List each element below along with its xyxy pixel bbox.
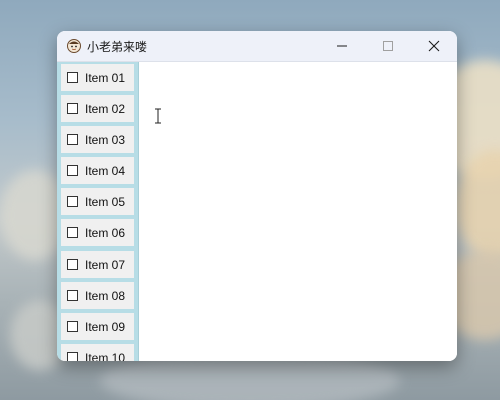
minimize-button[interactable]	[319, 31, 365, 61]
app-icon	[66, 38, 82, 54]
item-label: Item 01	[85, 71, 126, 85]
item-label: Item 05	[85, 195, 126, 209]
item-label: Item 07	[85, 258, 126, 272]
maximize-button[interactable]	[365, 31, 411, 61]
close-button[interactable]	[411, 31, 457, 61]
item-label: Item 10	[85, 351, 126, 361]
list-item[interactable]: Item 01	[61, 64, 134, 91]
app-window: 小老弟来喽 Item 01 Item 02 Item 03 Item 04 It…	[57, 31, 457, 361]
list-item[interactable]: Item 07	[61, 251, 134, 278]
title-bar[interactable]: 小老弟来喽	[57, 31, 457, 62]
item-label: Item 06	[85, 226, 126, 240]
list-item[interactable]: Item 02	[61, 95, 134, 122]
list-item[interactable]: Item 06	[61, 219, 134, 246]
list-item[interactable]: Item 04	[61, 157, 134, 184]
list-item[interactable]: Item 08	[61, 282, 134, 309]
checkbox[interactable]	[67, 165, 78, 176]
item-label: Item 08	[85, 289, 126, 303]
content-area[interactable]	[139, 62, 457, 361]
maximize-icon	[383, 41, 393, 51]
checkbox[interactable]	[67, 259, 78, 270]
item-label: Item 03	[85, 133, 126, 147]
list-item[interactable]: Item 09	[61, 313, 134, 340]
checkbox[interactable]	[67, 103, 78, 114]
item-label: Item 02	[85, 102, 126, 116]
list-item[interactable]: Item 05	[61, 188, 134, 215]
sidebar-list[interactable]: Item 01 Item 02 Item 03 Item 04 Item 05 …	[57, 62, 139, 361]
window-title: 小老弟来喽	[87, 40, 148, 54]
checkbox[interactable]	[67, 134, 78, 145]
item-label: Item 09	[85, 320, 126, 334]
checkbox[interactable]	[67, 321, 78, 332]
list-item[interactable]: Item 03	[61, 126, 134, 153]
item-label: Item 04	[85, 164, 126, 178]
minimize-icon	[337, 45, 347, 47]
checkbox[interactable]	[67, 227, 78, 238]
checkbox[interactable]	[67, 352, 78, 361]
checkbox[interactable]	[67, 196, 78, 207]
checkbox[interactable]	[67, 72, 78, 83]
checkbox[interactable]	[67, 290, 78, 301]
text-cursor-icon	[155, 108, 161, 124]
list-item[interactable]: Item 10	[61, 344, 134, 361]
close-icon	[428, 40, 440, 52]
